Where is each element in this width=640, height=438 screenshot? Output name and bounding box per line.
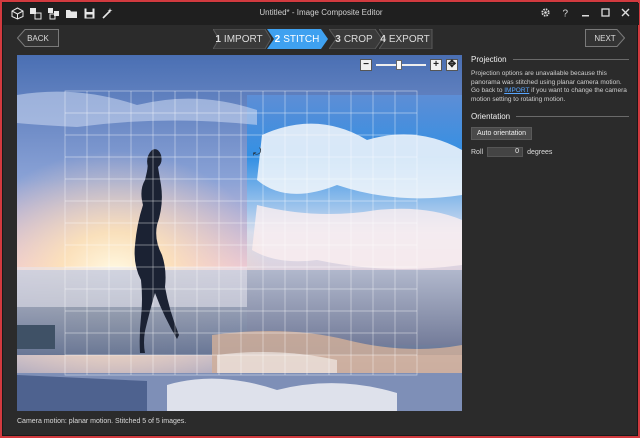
orientation-header: Orientation (471, 112, 629, 121)
back-button[interactable]: BACK (17, 29, 59, 47)
projection-header: Projection (471, 55, 629, 64)
zoom-slider[interactable] (376, 59, 426, 71)
panorama-canvas[interactable]: ⤾ − + ✥ (17, 55, 462, 411)
window-controls: ? (540, 7, 631, 18)
step-name: IMPORT (223, 33, 263, 45)
step-name: CROP (343, 33, 373, 45)
status-bar-text: Camera motion: planar motion. Stitched 5… (17, 418, 187, 425)
tab-crop[interactable]: 3 CROP (329, 29, 383, 49)
minimize-icon[interactable] (580, 7, 591, 18)
fit-to-window-icon[interactable]: ✥ (446, 59, 458, 71)
projection-message: Projection options are unavailable becau… (471, 70, 629, 104)
settings-gear-icon[interactable] (540, 7, 551, 18)
auto-orientation-button[interactable]: Auto orientation (471, 127, 533, 140)
roll-label: Roll (471, 148, 484, 156)
svg-text:?: ? (563, 9, 569, 19)
tab-import[interactable]: 1 IMPORT (213, 29, 271, 49)
next-label: NEXT (594, 33, 616, 43)
roll-row: Roll 0 degrees (471, 147, 629, 157)
step-number: 4 (380, 33, 386, 45)
orientation-title: Orientation (471, 112, 511, 121)
zoom-thumb[interactable] (395, 60, 402, 70)
help-icon[interactable]: ? (560, 7, 571, 19)
import-link[interactable]: IMPORT (504, 87, 529, 94)
maximize-icon[interactable] (600, 7, 611, 18)
step-number: 2 (274, 33, 281, 45)
step-name: STITCH (283, 33, 320, 45)
tab-export[interactable]: 4 EXPORT (379, 29, 433, 49)
panorama-image (17, 55, 462, 411)
next-button[interactable]: NEXT (585, 29, 625, 47)
roll-input[interactable]: 0 (487, 147, 524, 157)
step-name: EXPORT (388, 33, 430, 45)
close-icon[interactable] (620, 7, 631, 18)
settings-panel: Projection Projection options are unavai… (471, 55, 629, 157)
zoom-out-button[interactable]: − (360, 59, 372, 71)
step-number: 1 (215, 33, 221, 45)
back-label: BACK (27, 33, 49, 43)
tab-stitch[interactable]: 2 STITCH (267, 29, 328, 49)
rotate-cursor-icon: ⤾ (253, 147, 262, 158)
projection-title: Projection (471, 55, 507, 64)
zoom-in-button[interactable]: + (430, 59, 442, 71)
divider (516, 116, 629, 117)
divider (512, 59, 629, 60)
title-bar: Untitled* - Image Composite Editor ? (3, 3, 639, 25)
step-number: 3 (335, 33, 341, 45)
roll-unit: degrees (527, 148, 553, 156)
zoom-controls: − + ✥ (360, 58, 458, 72)
app-window: Untitled* - Image Composite Editor ? BAC… (2, 2, 639, 436)
wizard-nav: BACK 1 IMPORT 2 STITCH 3 CROP 4 EXPORT NEXT (3, 27, 639, 51)
